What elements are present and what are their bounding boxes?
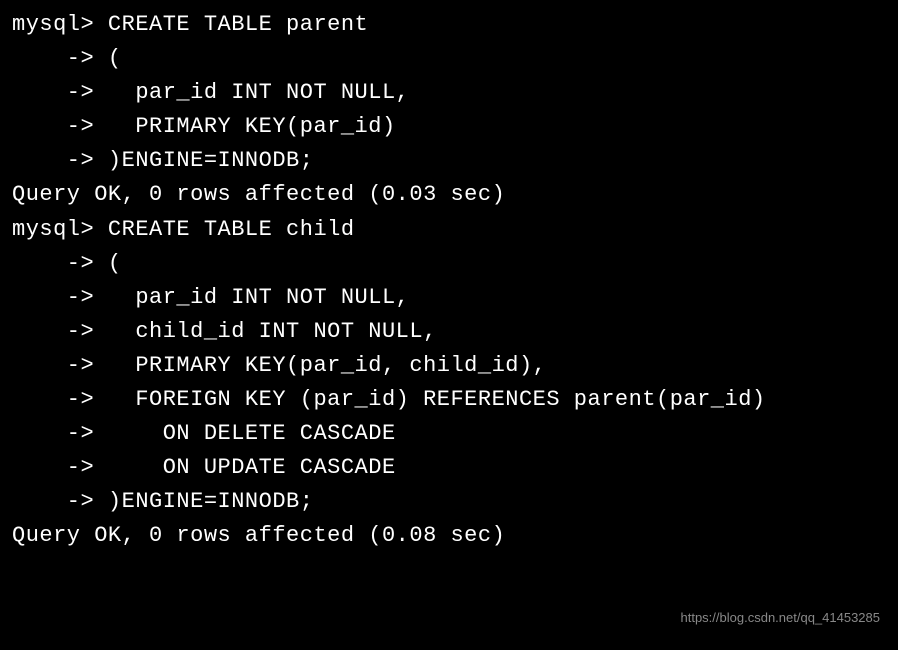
terminal-output: mysql> CREATE TABLE parent -> ( -> par_i… <box>12 8 886 554</box>
terminal-line: -> PRIMARY KEY(par_id) <box>12 110 886 144</box>
terminal-line: -> child_id INT NOT NULL, <box>12 315 886 349</box>
terminal-line: -> par_id INT NOT NULL, <box>12 76 886 110</box>
terminal-line: -> ( <box>12 42 886 76</box>
terminal-line: -> PRIMARY KEY(par_id, child_id), <box>12 349 886 383</box>
terminal-line: mysql> CREATE TABLE child <box>12 213 886 247</box>
terminal-line: Query OK, 0 rows affected (0.08 sec) <box>12 519 886 553</box>
terminal-line: -> )ENGINE=INNODB; <box>12 485 886 519</box>
terminal-line: -> )ENGINE=INNODB; <box>12 144 886 178</box>
terminal-line: -> ( <box>12 247 886 281</box>
terminal-line: -> par_id INT NOT NULL, <box>12 281 886 315</box>
terminal-line: -> FOREIGN KEY (par_id) REFERENCES paren… <box>12 383 886 417</box>
watermark-text: https://blog.csdn.net/qq_41453285 <box>681 608 881 628</box>
terminal-line: Query OK, 0 rows affected (0.03 sec) <box>12 178 886 212</box>
terminal-line: -> ON UPDATE CASCADE <box>12 451 886 485</box>
terminal-line: mysql> CREATE TABLE parent <box>12 8 886 42</box>
terminal-line: -> ON DELETE CASCADE <box>12 417 886 451</box>
